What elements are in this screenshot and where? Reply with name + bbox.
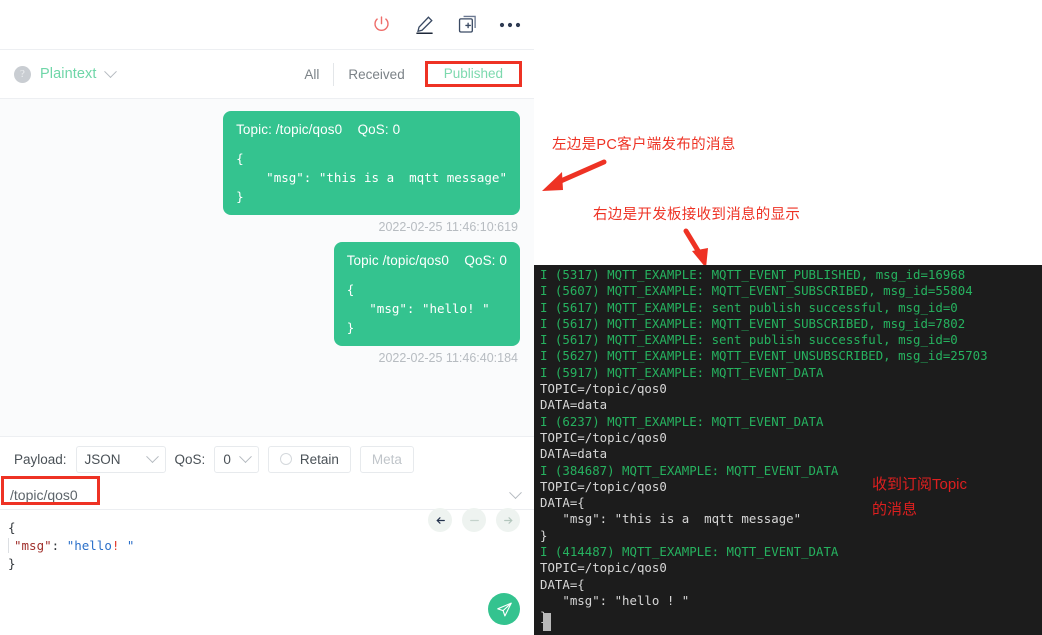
message-payload: { "msg": "hello! " } <box>346 282 490 335</box>
pause-button[interactable] <box>462 508 486 532</box>
topic-input-row <box>0 481 534 510</box>
terminal-line: I (5617) MQTT_EXAMPLE: sent publish succ… <box>540 332 958 348</box>
terminal-line: TOPIC=/topic/qos0 <box>540 381 667 397</box>
message-timestamp: 2022-02-25 11:46:40:184 <box>378 351 518 365</box>
terminal-cursor <box>543 613 551 631</box>
message-payload: { "msg": "this is a mqtt message" } <box>236 151 507 204</box>
meta-label: Meta <box>371 451 402 467</box>
tab-received[interactable]: Received <box>333 62 418 86</box>
qos-label: QoS: <box>174 451 206 467</box>
json-string-end: " <box>119 538 135 553</box>
terminal-line: I (5617) MQTT_EXAMPLE: sent publish succ… <box>540 299 958 315</box>
help-icon[interactable]: ? <box>14 65 31 83</box>
json-key: "msg" <box>14 538 52 553</box>
message-item: Topic /topic/qos0 QoS: 0 { "msg": "hello… <box>14 242 520 365</box>
payload-format-selector[interactable]: ? Plaintext <box>14 64 117 83</box>
terminal-line: DATA=data <box>540 446 608 462</box>
indent-guide <box>8 538 9 553</box>
message-topic-qos: Topic: /topic/qos0 QoS: 0 <box>236 122 401 137</box>
retain-toggle[interactable]: Retain <box>267 445 351 473</box>
edit-pencil-icon[interactable] <box>412 13 436 37</box>
terminal-line: DATA=data <box>540 397 608 413</box>
qos-select[interactable]: 0 <box>214 445 259 473</box>
retain-label: Retain <box>299 451 339 467</box>
json-string: "hello <box>66 538 112 553</box>
terminal-line: I (414487) MQTT_EXAMPLE: MQTT_EVENT_DATA <box>540 544 839 560</box>
terminal-line: "msg": "hello ! " <box>540 592 690 608</box>
message-nav-buttons <box>428 508 520 532</box>
terminal-line: I (6237) MQTT_EXAMPLE: MQTT_EVENT_DATA <box>540 413 824 429</box>
terminal-line: TOPIC=/topic/qos0 <box>540 429 667 445</box>
retain-radio-icon <box>279 453 292 465</box>
terminal-line: } <box>540 527 548 543</box>
chevron-down-icon <box>238 449 252 463</box>
payload-type-select[interactable]: JSON <box>75 445 166 473</box>
annotation-left-note: 左边是PC客户端发布的消息 <box>552 137 736 153</box>
message-item: Topic: /topic/qos0 QoS: 0 { "msg": "this… <box>14 111 520 234</box>
annotation-arrow-left <box>542 159 607 191</box>
publish-options-bar: Payload: JSON QoS: 0 Retain Meta <box>0 436 534 481</box>
messages-header-bar: ? Plaintext All Received Published <box>0 49 534 99</box>
chevron-down-icon <box>145 449 159 463</box>
more-ellipsis-icon[interactable] <box>498 13 522 37</box>
message-bubble: Topic: /topic/qos0 QoS: 0 { "msg": "this… <box>223 111 520 215</box>
message-filter-tabs: All Received Published <box>290 61 534 87</box>
terminal-line: I (5627) MQTT_EXAMPLE: MQTT_EVENT_UNSUBS… <box>540 348 988 364</box>
next-message-button[interactable] <box>496 508 520 532</box>
terminal-line: I (5917) MQTT_EXAMPLE: MQTT_EVENT_DATA <box>540 364 824 380</box>
message-timestamp: 2022-02-25 11:46:10:619 <box>378 220 518 234</box>
tab-published[interactable]: Published <box>430 62 517 85</box>
send-button[interactable] <box>488 593 520 625</box>
terminal-line: } <box>540 609 1042 625</box>
prev-message-button[interactable] <box>428 508 452 532</box>
message-topic-qos: Topic /topic/qos0 QoS: 0 <box>346 253 507 268</box>
terminal-line: I (5317) MQTT_EXAMPLE: MQTT_EVENT_PUBLIS… <box>540 267 966 282</box>
power-icon[interactable] <box>369 13 393 37</box>
app-window: ? Plaintext All Received Published Topic… <box>0 0 1042 635</box>
payload-label: Payload: <box>14 451 67 467</box>
meta-button[interactable]: Meta <box>359 445 414 473</box>
serial-monitor-terminal[interactable]: I (5317) MQTT_EXAMPLE: MQTT_EVENT_PUBLIS… <box>534 265 1042 635</box>
chevron-down-icon <box>103 64 117 78</box>
qos-value: 0 <box>223 451 231 467</box>
code-line: "msg": "hello! " <box>8 537 534 555</box>
chevron-down-icon[interactable] <box>509 485 522 499</box>
annotation-terminal-note: 收到订阅Topic 的消息 <box>872 476 968 518</box>
terminal-line: DATA={ <box>540 576 585 592</box>
topic-input[interactable] <box>10 487 390 503</box>
new-window-icon[interactable] <box>455 13 479 37</box>
message-list[interactable]: Topic: /topic/qos0 QoS: 0 { "msg": "this… <box>0 99 534 436</box>
mqtt-client-panel: ? Plaintext All Received Published Topic… <box>0 0 534 635</box>
terminal-line: I (5607) MQTT_EXAMPLE: MQTT_EVENT_SUBSCR… <box>540 283 973 299</box>
code-line: } <box>8 556 16 571</box>
payload-format-label: Plaintext <box>40 66 97 82</box>
published-tab-highlight: Published <box>424 61 522 87</box>
terminal-line: I (5617) MQTT_EXAMPLE: MQTT_EVENT_SUBSCR… <box>540 315 966 331</box>
terminal-line: TOPIC=/topic/qos0 <box>540 560 667 576</box>
annotation-right-note: 右边是开发板接收到消息的显示 <box>593 207 801 223</box>
window-toolbar <box>0 0 534 49</box>
payload-type-value: JSON <box>84 451 121 467</box>
annotation-arrow-down <box>683 228 708 268</box>
tab-all[interactable]: All <box>290 63 333 86</box>
message-bubble: Topic /topic/qos0 QoS: 0 { "msg": "hello… <box>333 242 520 346</box>
